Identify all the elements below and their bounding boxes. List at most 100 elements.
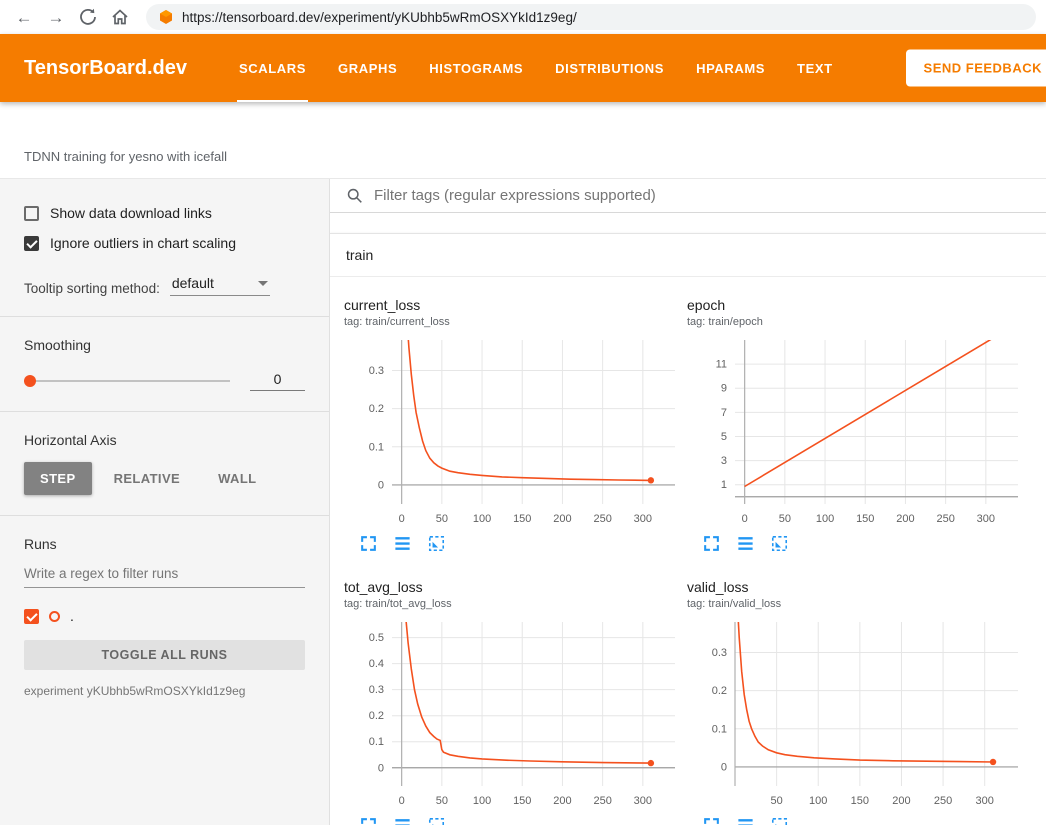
smoothing-value[interactable]: 0 [250, 371, 305, 391]
tag-filter-input[interactable] [372, 186, 1030, 205]
chart-tag: tag: train/current_loss [344, 316, 687, 328]
svg-text:0.1: 0.1 [369, 441, 384, 453]
url-bar[interactable]: https://tensorboard.dev/experiment/yKUbh… [146, 4, 1036, 30]
svg-text:300: 300 [976, 795, 994, 807]
fit-domain-icon[interactable] [770, 534, 789, 553]
svg-text:100: 100 [816, 513, 834, 525]
run-checkbox[interactable] [24, 609, 39, 624]
svg-text:0.2: 0.2 [712, 685, 727, 697]
tab-distributions[interactable]: DISTRIBUTIONS [553, 34, 666, 102]
svg-text:200: 200 [896, 513, 914, 525]
tensorboard-favicon [158, 9, 174, 25]
run-color-swatch [49, 611, 60, 622]
line-chart-current-loss[interactable]: 00.10.20.3050100150200250300 [344, 334, 687, 530]
send-feedback-button[interactable]: SEND FEEDBACK [906, 50, 1046, 87]
line-chart-valid-loss[interactable]: 00.10.20.350100150200250300 [687, 616, 1030, 812]
train-group-card: train current_loss tag: train/current_lo… [330, 233, 1046, 825]
scalars-panel: train current_loss tag: train/current_lo… [330, 179, 1046, 825]
browser-chrome: ← → https://tensorboard.dev/experiment/y… [0, 0, 1046, 34]
settings-sidebar: Show data download links Ignore outliers… [0, 179, 330, 825]
toggle-all-runs-button[interactable]: TOGGLE ALL RUNS [24, 640, 305, 670]
main-nav: SCALARS GRAPHS HISTOGRAMS DISTRIBUTIONS … [237, 34, 835, 102]
svg-text:300: 300 [634, 513, 652, 525]
svg-text:0: 0 [742, 513, 748, 525]
svg-text:0.4: 0.4 [369, 658, 384, 670]
tooltip-sorting-select[interactable]: default [170, 275, 270, 296]
svg-text:0.1: 0.1 [369, 736, 384, 748]
divider [0, 411, 329, 412]
divider [0, 515, 329, 516]
axis-wall-button[interactable]: WALL [202, 462, 272, 495]
slider-thumb[interactable] [24, 375, 36, 387]
content: Show data download links Ignore outliers… [0, 178, 1046, 825]
toggle-y-axis-icon[interactable] [736, 816, 755, 825]
toggle-y-axis-icon[interactable] [736, 534, 755, 553]
tab-text[interactable]: TEXT [795, 34, 835, 102]
svg-text:100: 100 [473, 513, 491, 525]
brand-title: TensorBoard.dev [24, 57, 187, 80]
fit-domain-icon[interactable] [427, 816, 446, 825]
svg-text:150: 150 [851, 795, 869, 807]
fit-domain-icon[interactable] [770, 816, 789, 825]
svg-text:5: 5 [721, 431, 727, 443]
svg-text:100: 100 [473, 795, 491, 807]
divider [0, 316, 329, 317]
back-icon[interactable]: ← [10, 9, 38, 26]
toggle-y-axis-icon[interactable] [393, 816, 412, 825]
tab-graphs[interactable]: GRAPHS [336, 34, 399, 102]
slider-track [24, 380, 230, 382]
home-icon[interactable] [110, 7, 130, 27]
svg-text:9: 9 [721, 383, 727, 395]
run-item[interactable]: . [24, 608, 305, 624]
line-chart-tot-avg-loss[interactable]: 00.10.20.30.40.5050100150200250300 [344, 616, 687, 812]
fit-domain-icon[interactable] [427, 534, 446, 553]
svg-text:50: 50 [779, 513, 791, 525]
tab-hparams[interactable]: HPARAMS [694, 34, 767, 102]
chart-toolbar [687, 816, 1030, 825]
tab-scalars[interactable]: SCALARS [237, 34, 308, 102]
smoothing-slider[interactable] [24, 374, 230, 388]
svg-text:0.2: 0.2 [369, 710, 384, 722]
svg-text:0: 0 [399, 795, 405, 807]
expand-chart-icon[interactable] [359, 534, 378, 553]
toggle-y-axis-icon[interactable] [393, 534, 412, 553]
svg-text:0.5: 0.5 [369, 632, 384, 644]
runs-filter-input[interactable] [24, 566, 305, 588]
chart-card-current-loss: current_loss tag: train/current_loss 0 0.… [344, 297, 687, 553]
expand-chart-icon[interactable] [702, 534, 721, 553]
svg-text:0.3: 0.3 [712, 647, 727, 659]
show-download-links-checkbox[interactable]: Show data download links [24, 205, 305, 221]
svg-text:300: 300 [634, 795, 652, 807]
chart-toolbar [344, 534, 687, 553]
line-chart-epoch[interactable]: 1357911050100150200250300 [687, 334, 1030, 530]
axis-step-button[interactable]: STEP [24, 462, 92, 495]
tag-filter-row [330, 179, 1046, 213]
chart-toolbar [344, 816, 687, 825]
tab-histograms[interactable]: HISTOGRAMS [427, 34, 525, 102]
svg-text:1: 1 [721, 479, 727, 491]
chart-toolbar [687, 534, 1030, 553]
axis-relative-button[interactable]: RELATIVE [98, 462, 197, 495]
expand-chart-icon[interactable] [702, 816, 721, 825]
svg-text:0: 0 [378, 762, 384, 774]
refresh-icon[interactable] [78, 7, 98, 27]
ignore-outliers-checkbox[interactable]: Ignore outliers in chart scaling [24, 235, 305, 251]
experiment-description: TDNN training for yesno with icefall [24, 149, 227, 164]
group-title[interactable]: train [330, 234, 1046, 277]
svg-text:200: 200 [553, 795, 571, 807]
svg-text:0.3: 0.3 [369, 684, 384, 696]
forward-icon[interactable]: → [42, 9, 70, 26]
svg-text:0.1: 0.1 [712, 723, 727, 735]
chart-title: current_loss [344, 297, 687, 314]
tooltip-sorting-label: Tooltip sorting method: [24, 281, 160, 296]
charts-grid: current_loss tag: train/current_loss 0 0.… [330, 277, 1046, 825]
svg-text:0: 0 [399, 513, 405, 525]
checkbox-label: Show data download links [50, 205, 212, 221]
expand-chart-icon[interactable] [359, 816, 378, 825]
checkbox-label: Ignore outliers in chart scaling [50, 235, 236, 251]
svg-text:200: 200 [553, 513, 571, 525]
dropdown-caret-icon [258, 281, 268, 286]
run-name: . [70, 608, 74, 624]
svg-text:50: 50 [436, 795, 448, 807]
svg-text:3: 3 [721, 455, 727, 467]
